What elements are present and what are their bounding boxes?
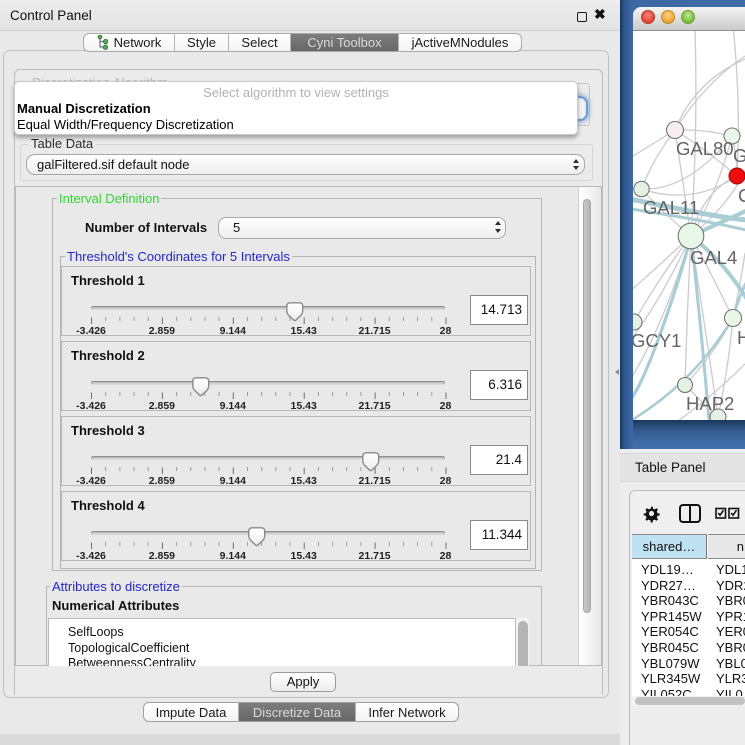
svg-text:GCY1: GCY1 (633, 330, 681, 351)
svg-text:GAL11: GAL11 (643, 197, 699, 218)
svg-text:C: C (738, 185, 745, 206)
svg-text:HAP2: HAP2 (686, 393, 734, 414)
svg-text:GA: GA (733, 145, 745, 166)
svg-text:GAL4: GAL4 (690, 247, 737, 268)
svg-text:GAL80: GAL80 (676, 138, 734, 159)
svg-text:H: H (737, 327, 745, 348)
